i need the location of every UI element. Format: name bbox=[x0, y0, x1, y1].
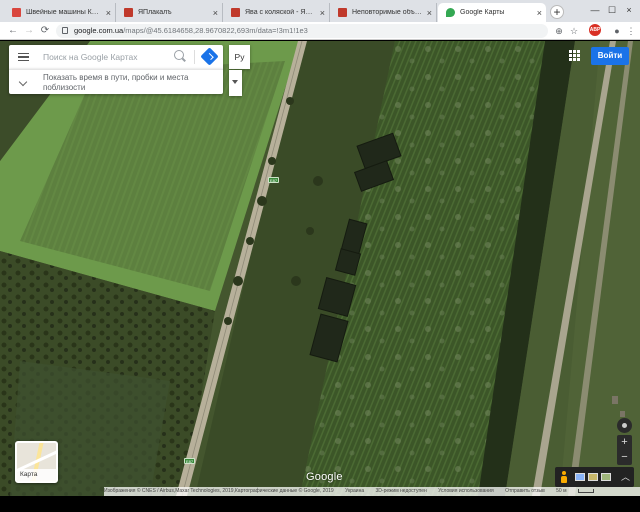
tab-close-icon[interactable]: × bbox=[537, 8, 542, 18]
browser-toolbar: ← → ⟳ google.com.ua/maps/@45.6184658,28.… bbox=[0, 22, 640, 40]
back-arrow-icon[interactable]: ← bbox=[6, 24, 20, 38]
travel-time-hint[interactable]: Показать время в пути, пробки и места по… bbox=[9, 69, 223, 94]
browser-window: Швейные машины КОНЦЕ × ЯПлакалъ × Ява с … bbox=[0, 0, 640, 512]
tab-sewing-machines[interactable]: Швейные машины КОНЦЕ × bbox=[4, 3, 116, 22]
minimize-icon[interactable]: — bbox=[588, 5, 602, 17]
lock-icon bbox=[62, 27, 68, 34]
zoom-in-button[interactable]: + bbox=[617, 435, 632, 450]
screen-bottom-edge bbox=[0, 496, 640, 512]
attribution-bar: Изображения © CNES / Airbus,Maxar Techno… bbox=[104, 487, 640, 496]
tab-close-icon[interactable]: × bbox=[213, 8, 218, 18]
tab-label: Ява с коляской - ЯПлакалъ bbox=[245, 9, 316, 16]
tab-yaplakal[interactable]: ЯПлакалъ × bbox=[116, 3, 223, 22]
tab-label: ЯПлакалъ bbox=[138, 9, 172, 16]
pegman-icon[interactable] bbox=[561, 471, 567, 483]
language-button[interactable]: Ру bbox=[229, 45, 250, 69]
mode-3d-status: 3D-режим недоступен bbox=[375, 488, 427, 494]
new-tab-button[interactable]: + bbox=[550, 5, 564, 19]
tab-unique-objects[interactable]: Неповторимые объекты, о × bbox=[330, 3, 437, 22]
satellite-imagery bbox=[0, 41, 640, 496]
browser-menu-icon[interactable]: ⋮ bbox=[624, 24, 638, 38]
google-logo: Google bbox=[306, 471, 343, 483]
directions-icon[interactable] bbox=[200, 47, 219, 66]
country-link[interactable]: Украина bbox=[345, 488, 364, 494]
terms-link[interactable]: Условия использования bbox=[438, 488, 494, 494]
search-box bbox=[9, 45, 223, 69]
feedback-link[interactable]: Отправить отзыв bbox=[505, 488, 545, 494]
imagery-thumbnail[interactable] bbox=[588, 473, 598, 481]
tab-label: Швейные машины КОНЦЕ bbox=[26, 9, 102, 16]
bookmark-star-icon[interactable]: ☆ bbox=[567, 24, 581, 38]
imagery-credit: Изображения © CNES / Airbus,Maxar Techno… bbox=[104, 488, 334, 494]
imagery-thumbnail[interactable] bbox=[601, 473, 611, 481]
tab-label: Google Карты bbox=[460, 9, 505, 16]
forward-arrow-icon[interactable]: → bbox=[22, 24, 36, 38]
reload-icon[interactable]: ⟳ bbox=[38, 24, 52, 38]
signin-button[interactable]: Войти bbox=[591, 47, 629, 65]
tab-close-icon[interactable]: × bbox=[320, 8, 325, 18]
tab-strip: Швейные машины КОНЦЕ × ЯПлакалъ × Ява с … bbox=[0, 0, 640, 22]
address-bar[interactable]: google.com.ua/maps/@45.6184658,28.967082… bbox=[56, 24, 578, 38]
expand-chevron-icon[interactable]: ︿ bbox=[621, 470, 630, 483]
map-layer-switcher[interactable]: Карта bbox=[15, 441, 58, 483]
maximize-icon[interactable]: ☐ bbox=[605, 5, 619, 17]
tab-google-maps[interactable]: Google Карты × bbox=[438, 3, 546, 22]
road-shield-e87-lower: E87 bbox=[184, 458, 195, 464]
zoom-out-button[interactable]: − bbox=[617, 450, 632, 465]
search-input[interactable] bbox=[43, 49, 173, 65]
zoom-control: + − bbox=[617, 435, 632, 465]
tab-close-icon[interactable]: × bbox=[106, 8, 111, 18]
divider bbox=[194, 50, 195, 64]
tab-close-icon[interactable]: × bbox=[427, 8, 432, 18]
hint-text: Показать время в пути, пробки и места по… bbox=[43, 73, 189, 92]
collapse-panel-button[interactable] bbox=[229, 70, 242, 96]
tab-favicon-icon bbox=[338, 8, 347, 17]
imagery-thumbnail[interactable] bbox=[575, 473, 585, 481]
chevron-down-icon bbox=[18, 77, 28, 87]
layer-label: Карта bbox=[17, 469, 56, 481]
street-view-panel: ︿ bbox=[555, 467, 634, 487]
tab-favicon-icon bbox=[231, 8, 240, 17]
maps-favicon-icon bbox=[446, 8, 455, 17]
url-text: google.com.ua/maps/@45.6184658,28.967082… bbox=[74, 26, 308, 35]
my-location-icon[interactable] bbox=[617, 418, 632, 433]
scale-indicator[interactable]: 50 м bbox=[556, 488, 604, 494]
window-close-icon[interactable]: × bbox=[622, 5, 636, 17]
profile-icon[interactable]: ● bbox=[610, 24, 624, 38]
tab-favicon-icon bbox=[124, 8, 133, 17]
road-shield-e87: E87 bbox=[268, 177, 279, 183]
adblock-icon[interactable]: ABP bbox=[589, 24, 601, 36]
apps-grid-icon[interactable] bbox=[569, 50, 581, 62]
hamburger-menu-icon[interactable] bbox=[18, 53, 29, 61]
satellite-map[interactable] bbox=[0, 41, 640, 496]
tab-java-sidecar[interactable]: Ява с коляской - ЯПлакалъ × bbox=[223, 3, 330, 22]
location-icon[interactable]: ⊕ bbox=[552, 24, 566, 38]
tab-favicon-icon bbox=[12, 8, 21, 17]
tab-label: Неповторимые объекты, о bbox=[352, 9, 423, 16]
search-icon[interactable] bbox=[174, 50, 184, 60]
